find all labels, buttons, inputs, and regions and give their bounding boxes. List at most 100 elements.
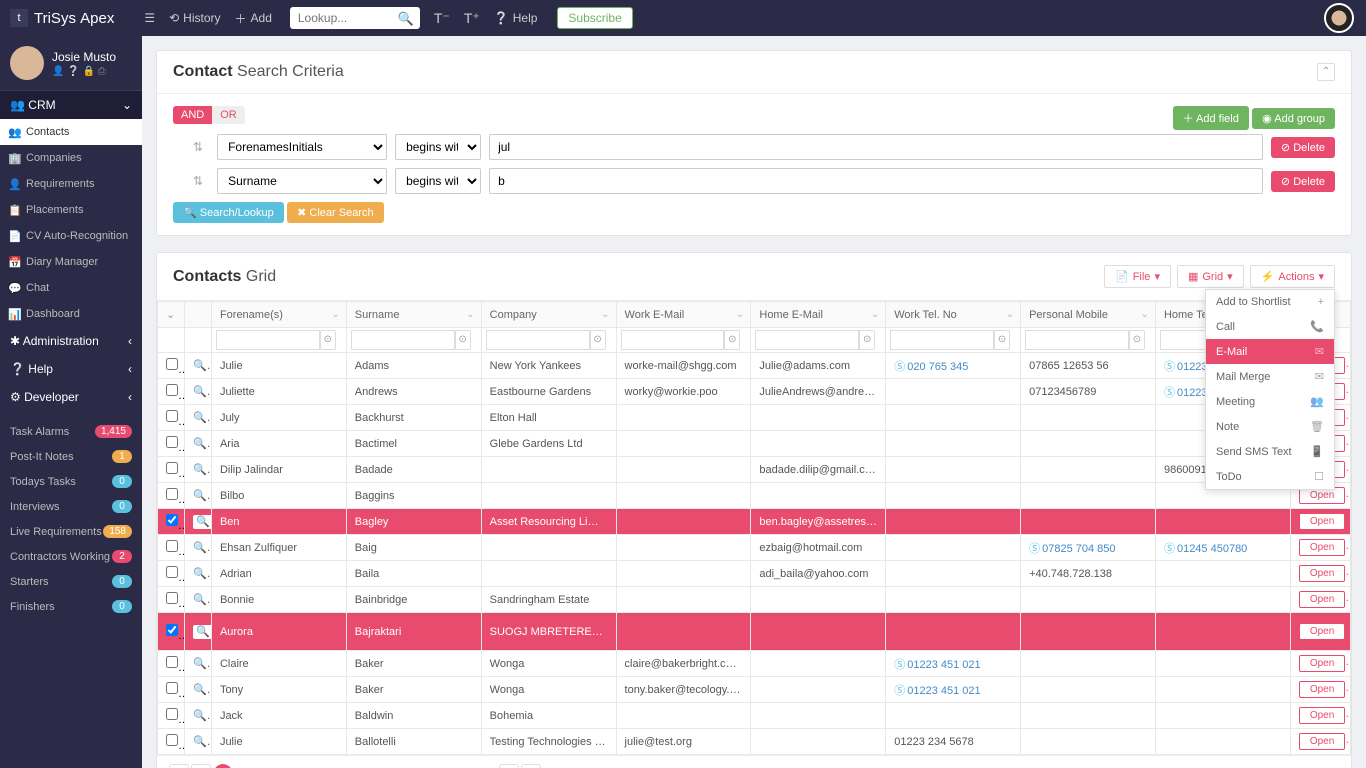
col-header[interactable]: Company⌄ [481, 302, 616, 328]
table-row[interactable]: 🔍BenBagleyAsset Resourcing Limitedben.ba… [158, 509, 1351, 535]
pager-page[interactable]: 12 [455, 764, 475, 768]
filter-icon[interactable]: ⊙ [455, 330, 471, 350]
grid-menu-button[interactable]: ▦ Grid ▾ [1177, 265, 1244, 288]
row-magnify-icon[interactable]: 🔍 [193, 736, 211, 748]
col-header[interactable] [184, 302, 211, 328]
row-magnify-icon[interactable]: 🔍 [193, 658, 211, 670]
sidebar-item-requirements[interactable]: 👤Requirements [0, 171, 142, 197]
row-checkbox[interactable] [166, 462, 178, 474]
open-row-button[interactable]: Open [1299, 655, 1345, 672]
open-row-button[interactable]: Open [1299, 591, 1345, 608]
row-magnify-icon[interactable]: 🔍 [193, 515, 211, 529]
sidebar-item-chat[interactable]: 💬Chat [0, 275, 142, 301]
delete-criteria-button[interactable]: ⊘ Delete [1271, 171, 1335, 192]
row-checkbox[interactable] [166, 410, 178, 422]
menu-item-todo[interactable]: ToDo☐ [1206, 464, 1334, 489]
sidebar-item-diary-manager[interactable]: 📅Diary Manager [0, 249, 142, 275]
clear-search-button[interactable]: ✖ Clear Search [287, 202, 383, 223]
table-row[interactable]: 🔍Dilip JalindarBadadebadade.dilip@gmail.… [158, 457, 1351, 483]
pager-prev[interactable]: ‹ [191, 764, 211, 768]
history-button[interactable]: ⟲ History [169, 11, 220, 25]
table-row[interactable]: 🔍Ehsan ZulfiquerBaigezbaig@hotmail.comⓈ0… [158, 535, 1351, 561]
search-lookup-button[interactable]: 🔍 Search/Lookup [173, 202, 284, 223]
alert-finishers[interactable]: Finishers0 [0, 594, 142, 619]
row-checkbox[interactable] [166, 514, 178, 526]
sidebar-item-placements[interactable]: 📋Placements [0, 197, 142, 223]
table-row[interactable]: 🔍BilboBagginsOpen [158, 483, 1351, 509]
row-checkbox[interactable] [166, 682, 178, 694]
pager-page[interactable]: 8 [367, 764, 387, 768]
filter-icon[interactable]: ⊙ [724, 330, 740, 350]
pager-page[interactable]: 2 [235, 764, 255, 768]
pager-page[interactable]: 1 [213, 764, 233, 768]
row-magnify-icon[interactable]: 🔍 [193, 684, 211, 696]
font-inc-button[interactable]: T⁺ [464, 10, 480, 27]
alert-todays-tasks[interactable]: Todays Tasks0 [0, 469, 142, 494]
column-filter-input[interactable] [755, 330, 859, 350]
pager-first[interactable]: ⇤ [169, 764, 189, 768]
table-row[interactable]: 🔍BonnieBainbridgeSandringham EstateOpen [158, 587, 1351, 613]
col-header[interactable]: ⌄ [158, 302, 185, 328]
add-button[interactable]: ＋ Add [235, 10, 272, 27]
table-row[interactable]: 🔍ClaireBakerWongaclaire@bakerbright.co.u… [158, 651, 1351, 677]
nav-admin[interactable]: ✱ Administration‹ [0, 327, 142, 355]
row-magnify-icon[interactable]: 🔍 [193, 464, 211, 476]
sidebar-item-dashboard[interactable]: 📊Dashboard [0, 301, 142, 327]
menu-item-meeting[interactable]: Meeting👥 [1206, 389, 1334, 414]
row-magnify-icon[interactable]: 🔍 [193, 568, 211, 580]
col-header[interactable]: Work Tel. No⌄ [886, 302, 1021, 328]
table-row[interactable]: 🔍JulietteAndrewsEastbourne Gardensworky@… [158, 379, 1351, 405]
menu-item-e-mail[interactable]: E-Mail✉ [1206, 339, 1334, 364]
row-magnify-icon[interactable]: 🔍 [193, 438, 211, 450]
row-checkbox[interactable] [166, 566, 178, 578]
column-filter-input[interactable] [1025, 330, 1129, 350]
and-or-toggle[interactable]: AND OR [173, 106, 245, 124]
col-header[interactable]: Forename(s)⌄ [211, 302, 346, 328]
criteria-value-input[interactable] [489, 168, 1263, 194]
row-magnify-icon[interactable]: 🔍 [193, 542, 211, 554]
table-row[interactable]: 🔍AuroraBajraktariSUOGJ MBRETERESHA GERAL… [158, 613, 1351, 651]
table-row[interactable]: 🔍JackBaldwinBohemiaOpen [158, 703, 1351, 729]
file-menu-button[interactable]: 📄 File ▾ [1104, 265, 1171, 288]
column-filter-input[interactable] [890, 330, 994, 350]
pager-page[interactable]: 6 [323, 764, 343, 768]
row-checkbox[interactable] [166, 656, 178, 668]
row-checkbox[interactable] [166, 436, 178, 448]
criteria-value-input[interactable] [489, 134, 1263, 160]
table-row[interactable]: 🔍JulieBallotelliTesting Technologies Cor… [158, 729, 1351, 755]
filter-icon[interactable]: ⊙ [994, 330, 1010, 350]
operator-select[interactable]: begins with [395, 168, 481, 194]
pager-page[interactable]: 11 [433, 764, 453, 768]
row-magnify-icon[interactable]: 🔍 [193, 490, 211, 502]
menu-item-note[interactable]: Note🗑 [1206, 414, 1334, 439]
pager-page[interactable]: 3 [257, 764, 277, 768]
open-row-button[interactable]: Open [1299, 513, 1345, 530]
subscribe-button[interactable]: Subscribe [557, 7, 632, 29]
row-checkbox[interactable] [166, 708, 178, 720]
menu-item-send-sms-text[interactable]: Send SMS Text📱 [1206, 439, 1334, 464]
pager-page[interactable]: 10 [411, 764, 431, 768]
pager-next[interactable]: › [499, 764, 519, 768]
operator-select[interactable]: begins with [395, 134, 481, 160]
nav-help[interactable]: ❔ Help‹ [0, 355, 142, 383]
col-header[interactable]: Home E-Mail⌄ [751, 302, 886, 328]
col-header[interactable]: Personal Mobile⌄ [1021, 302, 1156, 328]
add-group-button[interactable]: ◉ Add group [1252, 108, 1335, 129]
or-tab[interactable]: OR [212, 106, 245, 124]
row-magnify-icon[interactable]: 🔍 [193, 594, 211, 606]
actions-menu-button[interactable]: ⚡ Actions ▾ [1250, 265, 1335, 288]
open-row-button[interactable]: Open [1299, 539, 1345, 556]
row-magnify-icon[interactable]: 🔍 [193, 625, 211, 639]
drag-handle-icon[interactable]: ⇅ [187, 140, 209, 154]
menu-item-call[interactable]: Call📞 [1206, 314, 1334, 339]
sidebar-item-cv-auto-recognition[interactable]: 📄CV Auto-Recognition [0, 223, 142, 249]
table-row[interactable]: 🔍AriaBactimelGlebe Gardens LtdOpen [158, 431, 1351, 457]
pager-page[interactable]: 9 [389, 764, 409, 768]
row-magnify-icon[interactable]: 🔍 [193, 386, 211, 398]
help-button[interactable]: ❔ Help [494, 11, 538, 25]
table-row[interactable]: 🔍TonyBakerWongatony.baker@tecology.co.uk… [158, 677, 1351, 703]
column-filter-input[interactable] [486, 330, 590, 350]
row-checkbox[interactable] [166, 734, 178, 746]
nav-developer[interactable]: ⚙ Developer‹ [0, 383, 142, 411]
table-row[interactable]: 🔍AdrianBailaadi_baila@yahoo.com+40.748.7… [158, 561, 1351, 587]
